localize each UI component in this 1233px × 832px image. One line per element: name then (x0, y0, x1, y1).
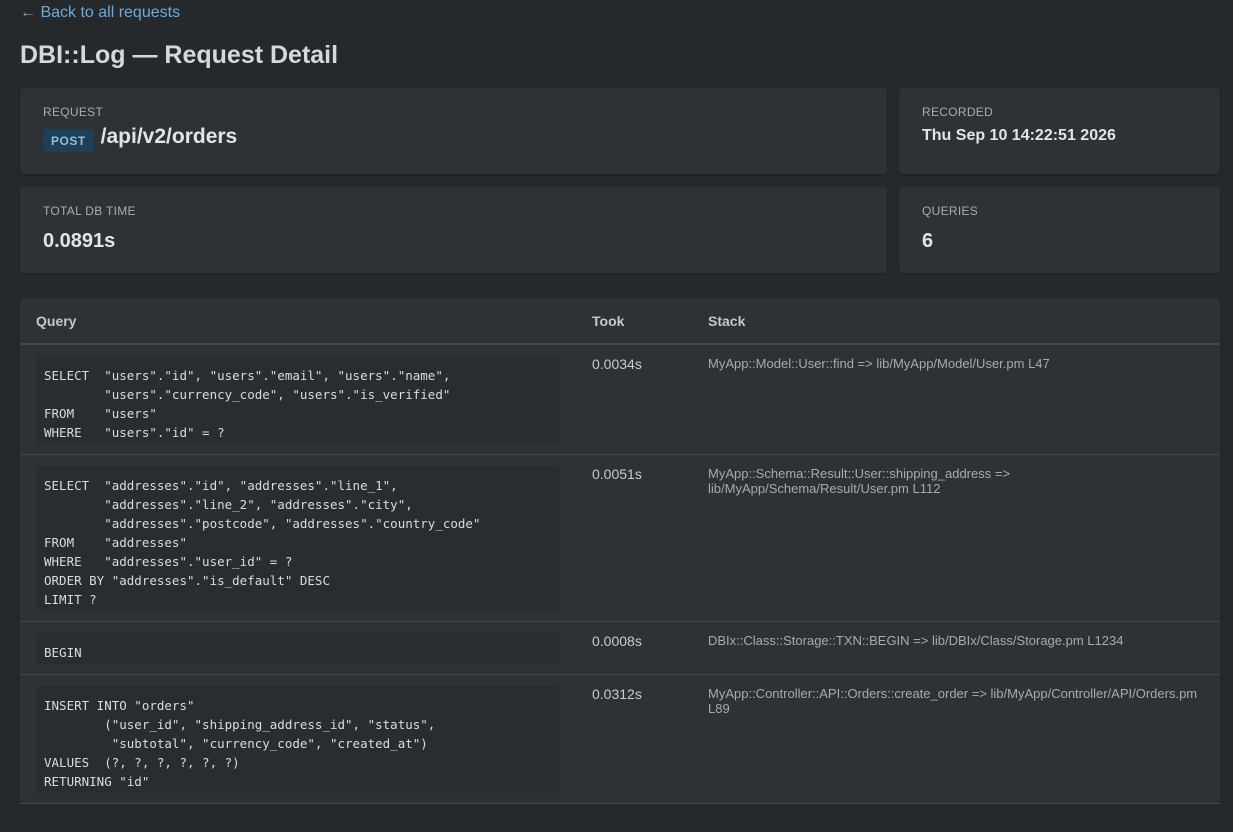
query-cell: BEGIN (20, 621, 576, 675)
sql-line: WHERE "addresses"."user_id" = ? (44, 554, 293, 569)
recorded-card-label: RECORDED (922, 105, 994, 119)
page: ← Back to all requests DBI::Log — Reques… (0, 0, 1233, 804)
column-header-took: Took (576, 298, 692, 345)
took-cell: 0.0051s (576, 454, 692, 622)
method-badge: POST (43, 128, 94, 152)
db-time-value: 0.0891s (43, 230, 116, 252)
table-row[interactable]: BEGIN 0.0008s DBIx::Class::Storage::TXN::B… (20, 621, 1220, 675)
query-rows: SELECT "users"."id", "users"."email", "u… (20, 344, 1220, 804)
queries-card: QUERIES 6 (899, 187, 1220, 273)
query-table: Query Took Stack SELECT "users"."id", "u… (20, 298, 1220, 804)
sql-line: FROM "users" (44, 406, 157, 421)
sql-line: VALUES (?, ?, ?, ?, ?, ?) (44, 755, 240, 770)
request-path: /api/v2/orders (100, 125, 238, 148)
recorded-timestamp: Thu Sep 10 14:22:51 2026 (922, 127, 1116, 144)
queries-count: 6 (922, 230, 934, 252)
sql-line: RETURNING "id" (44, 774, 150, 789)
db-time-card-label: TOTAL DB TIME (43, 204, 136, 218)
sql-line: ("user_id", "shipping_address_id", "stat… (44, 717, 436, 732)
stack-cell: MyApp::Model::User::find => lib/MyApp/Mo… (692, 344, 1220, 455)
took-cell: 0.0008s (576, 621, 692, 675)
stack-cell: MyApp::Schema::Result::User::shipping_ad… (692, 454, 1220, 622)
table-header-row: Query Took Stack (20, 298, 1220, 345)
sql-line: SELECT "users"."id", "users"."email", "u… (44, 368, 451, 383)
sql-line: ORDER BY "addresses"."is_default" DESC (44, 573, 330, 588)
query-cell: SELECT "addresses"."id", "addresses"."li… (20, 454, 576, 622)
sql-code-block: SELECT "users"."id", "users"."email", "u… (36, 356, 560, 444)
sql-line: "addresses"."line_2", "addresses"."city"… (44, 497, 413, 512)
sql-line: WHERE "users"."id" = ? (44, 425, 225, 440)
request-card-label: REQUEST (43, 105, 104, 119)
sql-code-block: INSERT INTO "orders" ("user_id", "shippi… (36, 686, 560, 793)
sql-line: BEGIN (44, 645, 82, 660)
table-row[interactable]: SELECT "users"."id", "users"."email", "u… (20, 344, 1220, 455)
back-to-requests-link[interactable]: ← Back to all requests (20, 0, 1220, 26)
sql-code-block: BEGIN (36, 633, 560, 664)
recorded-card: RECORDED Thu Sep 10 14:22:51 2026 (899, 88, 1220, 174)
stack-cell: DBIx::Class::Storage::TXN::BEGIN => lib/… (692, 621, 1220, 675)
table-row[interactable]: SELECT "addresses"."id", "addresses"."li… (20, 454, 1220, 622)
page-title: DBI::Log — Request Detail (20, 41, 339, 69)
sql-line: LIMIT ? (44, 592, 97, 607)
sql-line: INSERT INTO "orders" (44, 698, 195, 713)
summary-cards: REQUEST POST /api/v2/orders RECORDED Thu… (20, 88, 1220, 273)
sql-line: "subtotal", "currency_code", "created_at… (44, 736, 428, 751)
table-row[interactable]: INSERT INTO "orders" ("user_id", "shippi… (20, 674, 1220, 804)
column-header-stack: Stack (692, 298, 1220, 345)
stack-cell: MyApp::Controller::API::Orders::create_o… (692, 674, 1220, 804)
request-card: REQUEST POST /api/v2/orders (20, 88, 887, 174)
query-cell: SELECT "users"."id", "users"."email", "u… (20, 344, 576, 455)
took-cell: 0.0312s (576, 674, 692, 804)
sql-line: "users"."currency_code", "users"."is_ver… (44, 387, 451, 402)
queries-card-label: QUERIES (922, 204, 979, 218)
column-header-query: Query (20, 298, 576, 345)
db-time-card: TOTAL DB TIME 0.0891s (20, 187, 887, 273)
request-line: POST /api/v2/orders (43, 125, 864, 152)
took-cell: 0.0034s (576, 344, 692, 455)
sql-line: SELECT "addresses"."id", "addresses"."li… (44, 478, 398, 493)
sql-line: "addresses"."postcode", "addresses"."cou… (44, 516, 481, 531)
query-cell: INSERT INTO "orders" ("user_id", "shippi… (20, 674, 576, 804)
sql-code-block: SELECT "addresses"."id", "addresses"."li… (36, 466, 560, 611)
sql-line: FROM "addresses" (44, 535, 187, 550)
